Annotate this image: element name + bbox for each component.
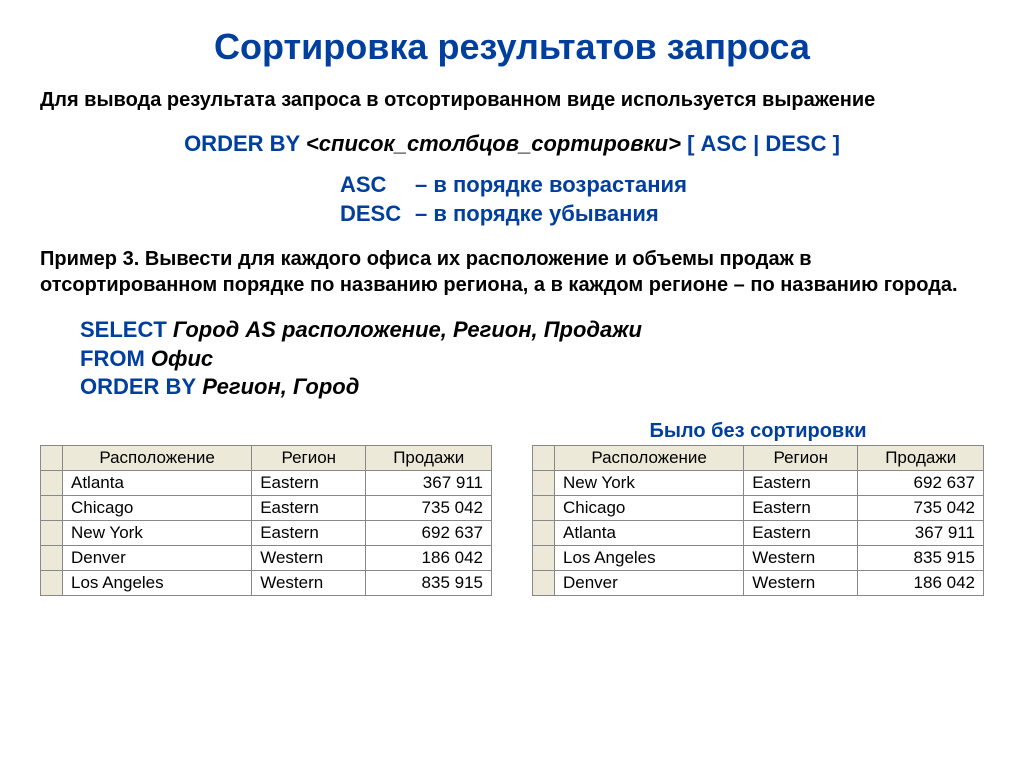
col-location: Расположение bbox=[63, 445, 252, 470]
example-text: Пример 3. Вывести для каждого офиса их р… bbox=[40, 246, 984, 298]
desc-term: DESC bbox=[340, 200, 415, 229]
tables-container: Расположение Регион Продажи AtlantaEaste… bbox=[40, 420, 984, 596]
table-row: New YorkEastern692 637 bbox=[533, 470, 984, 495]
syntax-param: <список_столбцов_сортировки> bbox=[306, 131, 681, 156]
col-region: Регион bbox=[252, 445, 366, 470]
table-row: AtlantaEastern367 911 bbox=[41, 470, 492, 495]
col-sales: Продажи bbox=[366, 445, 492, 470]
table-row: ChicagoEastern735 042 bbox=[533, 495, 984, 520]
desc-desc: – в порядке убывания bbox=[415, 200, 659, 229]
syntax-line: ORDER BY <список_столбцов_сортировки> [ … bbox=[40, 131, 984, 157]
definitions: ASC – в порядке возрастания DESC – в пор… bbox=[340, 171, 984, 228]
col-location: Расположение bbox=[555, 445, 744, 470]
unsorted-table-block: Было без сортировки Расположение Регион … bbox=[532, 420, 984, 596]
sql-from-kw: FROM bbox=[80, 346, 145, 371]
sorted-table: Расположение Регион Продажи AtlantaEaste… bbox=[40, 445, 492, 596]
sorted-table-block: Расположение Регион Продажи AtlantaEaste… bbox=[40, 420, 492, 596]
row-header-blank bbox=[533, 445, 555, 470]
sql-select-kw: SELECT bbox=[80, 317, 167, 342]
asc-term: ASC bbox=[340, 171, 415, 200]
table-header-row: Расположение Регион Продажи bbox=[41, 445, 492, 470]
intro-text: Для вывода результата запроса в отсортир… bbox=[40, 88, 984, 113]
table-row: Los AngelesWestern835 915 bbox=[533, 545, 984, 570]
table-row: DenverWestern186 042 bbox=[533, 570, 984, 595]
sorted-caption bbox=[40, 420, 492, 443]
sql-block: SELECT Город AS расположение, Регион, Пр… bbox=[80, 316, 984, 402]
sql-orderby-args: Регион, Город bbox=[196, 374, 359, 399]
table-row: DenverWestern186 042 bbox=[41, 545, 492, 570]
table-row: New YorkEastern692 637 bbox=[41, 520, 492, 545]
table-header-row: Расположение Регион Продажи bbox=[533, 445, 984, 470]
sql-from-args: Офис bbox=[145, 346, 213, 371]
col-sales: Продажи bbox=[858, 445, 984, 470]
asc-desc: – в порядке возрастания bbox=[415, 171, 687, 200]
table-row: AtlantaEastern367 911 bbox=[533, 520, 984, 545]
syntax-keyword: ORDER BY bbox=[184, 131, 300, 156]
sql-orderby-kw: ORDER BY bbox=[80, 374, 196, 399]
unsorted-caption: Было без сортировки bbox=[532, 420, 984, 443]
syntax-options: ASC | DESC bbox=[701, 131, 827, 156]
sql-select-args: Город AS расположение, Регион, Продажи bbox=[167, 317, 642, 342]
syntax-open-bracket: [ bbox=[687, 131, 694, 156]
table-row: Los AngelesWestern835 915 bbox=[41, 570, 492, 595]
page-title: Сортировка результатов запроса bbox=[40, 26, 984, 68]
syntax-close-bracket: ] bbox=[833, 131, 840, 156]
row-header-blank bbox=[41, 445, 63, 470]
table-row: ChicagoEastern735 042 bbox=[41, 495, 492, 520]
unsorted-table: Расположение Регион Продажи New YorkEast… bbox=[532, 445, 984, 596]
col-region: Регион bbox=[744, 445, 858, 470]
